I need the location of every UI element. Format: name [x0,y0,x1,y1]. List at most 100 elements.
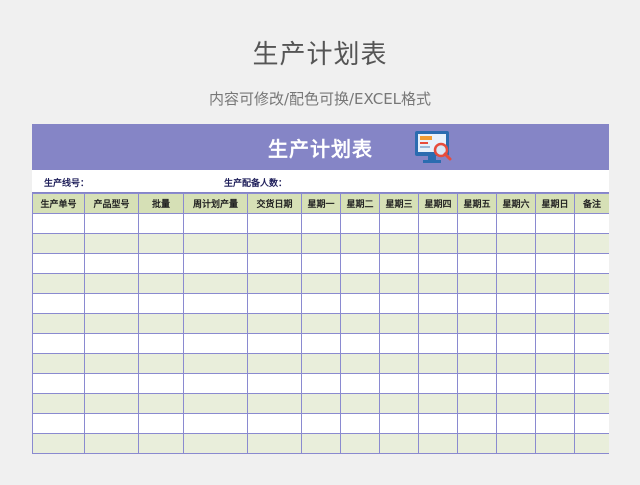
table-cell[interactable] [574,213,609,234]
table-cell[interactable] [457,293,497,314]
table-cell[interactable] [340,293,380,314]
table-cell[interactable] [247,293,302,314]
table-cell[interactable] [32,313,85,334]
table-cell[interactable] [340,453,380,454]
table-cell[interactable] [247,373,302,394]
table-cell[interactable] [379,293,419,314]
table-cell[interactable] [535,393,575,414]
table-cell[interactable] [535,213,575,234]
table-cell[interactable] [457,393,497,414]
table-cell[interactable] [496,213,536,234]
table-cell[interactable] [574,393,609,414]
table-cell[interactable] [379,353,419,374]
table-cell[interactable] [574,233,609,254]
table-cell[interactable] [301,213,341,234]
table-cell[interactable] [183,213,248,234]
table-cell[interactable] [32,293,85,314]
table-cell[interactable] [418,393,458,414]
table-cell[interactable] [535,233,575,254]
table-cell[interactable] [457,253,497,274]
table-cell[interactable] [301,373,341,394]
table-cell[interactable] [418,433,458,454]
table-cell[interactable] [247,393,302,414]
table-cell[interactable] [32,253,85,274]
table-cell[interactable] [183,273,248,294]
table-cell[interactable] [457,333,497,354]
table-cell[interactable] [379,393,419,414]
table-cell[interactable] [457,313,497,334]
table-cell[interactable] [340,373,380,394]
table-cell[interactable] [418,413,458,434]
table-cell[interactable] [535,433,575,454]
table-cell[interactable] [301,273,341,294]
table-cell[interactable] [301,293,341,314]
table-cell[interactable] [183,393,248,414]
table-cell[interactable] [84,313,139,334]
table-cell[interactable] [535,333,575,354]
table-cell[interactable] [183,233,248,254]
table-cell[interactable] [138,353,184,374]
table-cell[interactable] [418,353,458,374]
table-cell[interactable] [183,353,248,374]
table-cell[interactable] [535,353,575,374]
table-cell[interactable] [496,233,536,254]
table-cell[interactable] [457,373,497,394]
table-cell[interactable] [574,273,609,294]
table-cell[interactable] [183,433,248,454]
table-cell[interactable] [138,213,184,234]
table-cell[interactable] [84,433,139,454]
table-cell[interactable] [574,433,609,454]
table-cell[interactable] [535,313,575,334]
table-cell[interactable] [32,373,85,394]
table-cell[interactable] [340,253,380,274]
table-cell[interactable] [418,233,458,254]
table-cell[interactable] [574,373,609,394]
table-cell[interactable] [496,453,536,454]
table-cell[interactable] [84,333,139,354]
table-cell[interactable] [32,213,85,234]
table-cell[interactable] [457,413,497,434]
table-cell[interactable] [418,373,458,394]
table-cell[interactable] [340,413,380,434]
table-cell[interactable] [32,393,85,414]
table-cell[interactable] [457,273,497,294]
table-cell[interactable] [247,433,302,454]
table-cell[interactable] [138,253,184,274]
table-cell[interactable] [138,293,184,314]
table-cell[interactable] [32,453,85,454]
table-cell[interactable] [574,353,609,374]
table-cell[interactable] [84,213,139,234]
table-cell[interactable] [183,453,248,454]
table-cell[interactable] [340,233,380,254]
table-cell[interactable] [183,333,248,354]
table-cell[interactable] [457,213,497,234]
table-cell[interactable] [183,253,248,274]
table-cell[interactable] [247,333,302,354]
table-cell[interactable] [84,373,139,394]
table-cell[interactable] [418,333,458,354]
table-cell[interactable] [183,413,248,434]
table-cell[interactable] [84,413,139,434]
table-cell[interactable] [379,273,419,294]
table-cell[interactable] [379,233,419,254]
table-cell[interactable] [138,333,184,354]
table-cell[interactable] [574,293,609,314]
table-cell[interactable] [574,253,609,274]
table-cell[interactable] [301,353,341,374]
table-cell[interactable] [247,453,302,454]
table-cell[interactable] [138,393,184,414]
table-cell[interactable] [379,313,419,334]
table-cell[interactable] [301,253,341,274]
table-cell[interactable] [496,413,536,434]
table-cell[interactable] [84,293,139,314]
table-cell[interactable] [496,433,536,454]
table-cell[interactable] [32,353,85,374]
table-cell[interactable] [32,333,85,354]
table-cell[interactable] [496,293,536,314]
table-cell[interactable] [457,353,497,374]
table-cell[interactable] [247,413,302,434]
table-cell[interactable] [138,413,184,434]
table-cell[interactable] [340,353,380,374]
table-cell[interactable] [379,453,419,454]
table-cell[interactable] [457,433,497,454]
